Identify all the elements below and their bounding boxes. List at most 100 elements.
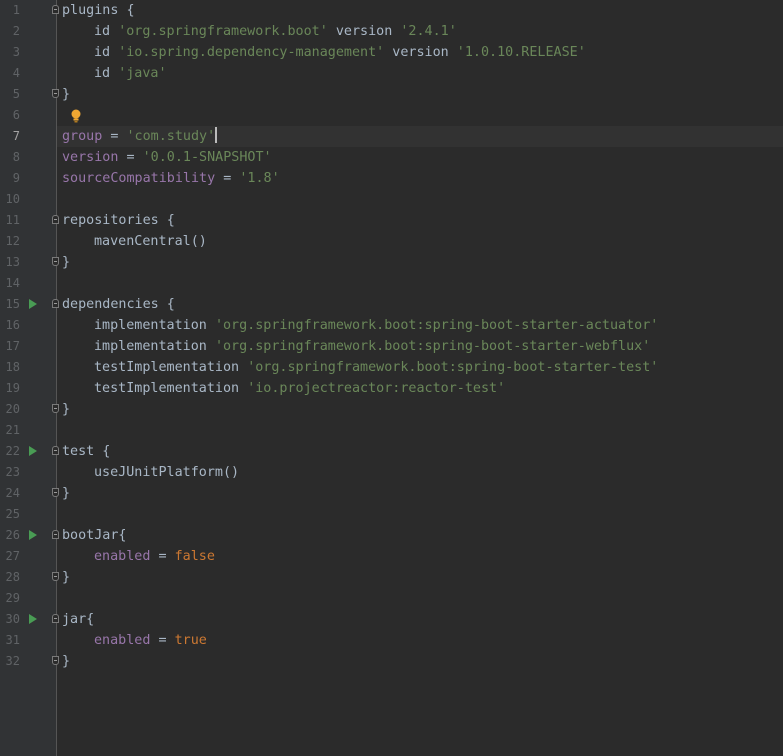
line-number: 28: [5, 570, 20, 584]
code-line[interactable]: 4 id 'java': [0, 63, 783, 84]
line-number: 14: [5, 276, 20, 290]
fold-marker-icon[interactable]: [52, 404, 59, 413]
code-line[interactable]: 22 test {: [0, 441, 783, 462]
code-text[interactable]: jar{: [62, 609, 94, 630]
code-line[interactable]: 19 testImplementation 'io.projectreactor:…: [0, 378, 783, 399]
code-token: version: [384, 45, 457, 60]
code-line[interactable]: 30 jar{: [0, 609, 783, 630]
code-line[interactable]: 2 id 'org.springframework.boot' version '…: [0, 21, 783, 42]
code-text[interactable]: plugins {: [62, 0, 135, 21]
fold-marker-icon[interactable]: [52, 656, 59, 665]
code-line[interactable]: 25: [0, 504, 783, 525]
line-number: 1: [12, 3, 20, 17]
lightbulb-icon[interactable]: [70, 109, 82, 123]
fold-marker-icon[interactable]: [52, 572, 59, 581]
code-line[interactable]: 18 testImplementation 'org.springframewor…: [0, 357, 783, 378]
code-text[interactable]: id 'org.springframework.boot' version '2…: [62, 21, 457, 42]
fold-marker-icon[interactable]: [52, 89, 59, 98]
fold-marker-icon[interactable]: [52, 299, 59, 308]
code-text[interactable]: enabled = false: [62, 546, 215, 567]
code-text[interactable]: sourceCompatibility = '1.8': [62, 168, 280, 189]
code-line[interactable]: 7 group = 'com.study': [0, 126, 783, 147]
code-token: jar{: [62, 612, 95, 627]
code-text[interactable]: }: [62, 483, 70, 504]
code-text[interactable]: }: [62, 84, 70, 105]
code-line[interactable]: 26 bootJar{: [0, 525, 783, 546]
code-line[interactable]: 11 repositories {: [0, 210, 783, 231]
fold-marker-icon[interactable]: [52, 5, 59, 14]
code-text[interactable]: group = 'com.study': [62, 126, 218, 147]
code-text[interactable]: enabled = true: [62, 630, 207, 651]
code-text[interactable]: }: [62, 399, 70, 420]
code-line[interactable]: 15 dependencies {: [0, 294, 783, 315]
fold-marker-icon[interactable]: [52, 446, 59, 455]
code-token: testImplementation: [94, 360, 248, 375]
code-line[interactable]: 17 implementation 'org.springframework.bo…: [0, 336, 783, 357]
run-gutter-icon[interactable]: [29, 530, 37, 540]
code-text[interactable]: test {: [62, 441, 110, 462]
code-line[interactable]: 14: [0, 273, 783, 294]
code-token: implementation: [94, 339, 215, 354]
code-text[interactable]: mavenCentral(): [62, 231, 207, 252]
code-token: }: [62, 255, 71, 270]
code-line[interactable]: 10: [0, 189, 783, 210]
code-text[interactable]: testImplementation 'io.projectreactor:re…: [62, 378, 505, 399]
code-text[interactable]: dependencies {: [62, 294, 175, 315]
code-text[interactable]: }: [62, 567, 70, 588]
code-line[interactable]: 31 enabled = true: [0, 630, 783, 651]
code-line[interactable]: 28}: [0, 567, 783, 588]
code-text[interactable]: useJUnitPlatform(): [62, 462, 239, 483]
code-token: version: [327, 24, 401, 39]
code-token: =: [118, 150, 143, 165]
code-token: plugins {: [62, 3, 135, 18]
run-gutter-icon[interactable]: [29, 299, 37, 309]
line-number: 5: [12, 87, 20, 101]
code-line[interactable]: 8 version = '0.0.1-SNAPSHOT': [0, 147, 783, 168]
code-text[interactable]: id 'io.spring.dependency-management' ver…: [62, 42, 586, 63]
code-text[interactable]: }: [62, 252, 70, 273]
code-editor[interactable]: 1 plugins { 2 id 'org.springframework.boot'…: [0, 0, 783, 756]
fold-marker-icon[interactable]: [52, 215, 59, 224]
code-text[interactable]: }: [62, 651, 70, 672]
code-line[interactable]: 13}: [0, 252, 783, 273]
code-line[interactable]: 24}: [0, 483, 783, 504]
code-text[interactable]: testImplementation 'org.springframework.…: [62, 357, 658, 378]
code-line[interactable]: 9 sourceCompatibility = '1.8': [0, 168, 783, 189]
code-text[interactable]: version = '0.0.1-SNAPSHOT': [62, 147, 272, 168]
line-number: 30: [5, 612, 20, 626]
code-line[interactable]: 20}: [0, 399, 783, 420]
code-line[interactable]: 16 implementation 'org.springframework.bo…: [0, 315, 783, 336]
code-token: 'org.springframework.boot:spring-boot-st…: [247, 360, 659, 375]
code-line[interactable]: 1 plugins {: [0, 0, 783, 21]
code-line[interactable]: 12 mavenCentral(): [0, 231, 783, 252]
code-line[interactable]: 29: [0, 588, 783, 609]
line-number: 22: [5, 444, 20, 458]
code-line[interactable]: 27 enabled = false: [0, 546, 783, 567]
code-line[interactable]: 6: [0, 105, 783, 126]
code-token: repositories {: [62, 213, 175, 228]
run-gutter-icon[interactable]: [29, 446, 37, 456]
code-text[interactable]: id 'java': [62, 63, 167, 84]
fold-marker-icon[interactable]: [52, 257, 59, 266]
code-line[interactable]: 23 useJUnitPlatform(): [0, 462, 783, 483]
line-number: 6: [12, 108, 20, 122]
code-text[interactable]: repositories {: [62, 210, 175, 231]
code-line[interactable]: 3 id 'io.spring.dependency-management' ve…: [0, 42, 783, 63]
code-token: 'org.springframework.boot:spring-boot-st…: [214, 339, 651, 354]
code-token: =: [215, 171, 240, 186]
line-number: 24: [5, 486, 20, 500]
code-token: =: [150, 633, 175, 648]
code-text[interactable]: implementation 'org.springframework.boot…: [62, 315, 658, 336]
code-token: }: [62, 402, 71, 417]
fold-marker-icon[interactable]: [52, 530, 59, 539]
fold-marker-icon[interactable]: [52, 614, 59, 623]
fold-marker-icon[interactable]: [52, 488, 59, 497]
code-line[interactable]: 32}: [0, 651, 783, 672]
code-line[interactable]: 21: [0, 420, 783, 441]
code-text[interactable]: bootJar{: [62, 525, 127, 546]
code-text[interactable]: implementation 'org.springframework.boot…: [62, 336, 650, 357]
line-number: 8: [12, 150, 20, 164]
code-token: true: [174, 633, 207, 648]
run-gutter-icon[interactable]: [29, 614, 37, 624]
code-line[interactable]: 5}: [0, 84, 783, 105]
